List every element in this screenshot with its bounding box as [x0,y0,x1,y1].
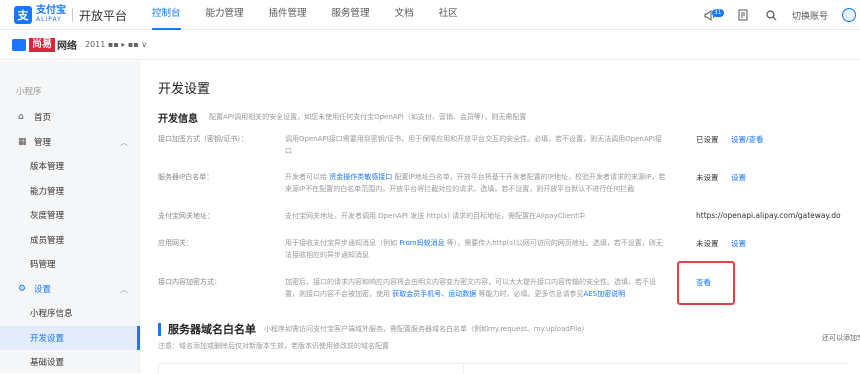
document-check-icon[interactable] [736,7,752,23]
status-text: 未设置 [696,239,719,248]
nav-capability[interactable]: 能力管理 [206,0,244,30]
setting-label: 接口加签方式（密钥/证书）： [158,135,248,143]
avatar[interactable] [842,8,856,22]
sidebar-item-label: 管理 [34,138,52,148]
aes-doc-link[interactable]: AES加密说明 [583,290,625,298]
setting-desc: 加密后，接口的请求内容和响应内容将会由明文内容变为密文内容，可以大大提升接口内容… [285,277,667,300]
desc-text: 用于接收支付宝异步通知消息（例如 [285,239,400,247]
main-nav: 控制台 能力管理 插件管理 服务管理 文档 社区 [152,0,483,30]
main-content: 开发设置 开发信息 配置API调用相关的安全设置，如您未使用任何支付宝OpenA… [141,61,860,374]
dev-info-desc: 配置API调用相关的安全设置，如您未使用任何支付宝OpenAPI（如支付、营销、… [209,113,527,121]
platform-title: 开放平台 [79,8,128,23]
nav-community[interactable]: 社区 [439,0,458,30]
sidebar-item-label: 码管理 [30,260,56,270]
nav-services[interactable]: 服务管理 [332,0,370,30]
sidebar-item-label: 基础设置 [30,358,65,368]
dev-info-title: 开发信息 [158,114,198,125]
highlight-box [677,261,735,305]
nav-right-tools: 31 切换账号 [702,0,860,30]
status-text: 未设置 [696,173,719,182]
sidebar-item-label: 能力管理 [30,187,65,197]
sensitive-api-link[interactable]: 资金操作类敏感接口 [329,173,392,181]
sidebar-item-app-info[interactable]: 小程序信息 [0,301,140,325]
alipay-logo[interactable]: 支 支付宝 ALIPAY 开放平台 [14,6,127,24]
sidebar-item-label: 首页 [34,113,52,123]
member-phone-link[interactable]: 获取会员手机号、运动数据 [392,290,476,298]
domain-note: 注意：域名添加或删除后仅对新版本生效，老版本仍使用修改前的域名配置 [158,342,389,350]
home-icon: ⌂ [18,112,24,122]
sidebar-item-version[interactable]: 版本管理 [0,154,140,178]
setting-label: 接口内容加密方式： [158,278,221,286]
sidebar-item-label: 版本管理 [30,162,65,172]
domain-title: 服务器域名白名单 [168,323,256,336]
app-id-dropdown[interactable]: 2011 ▪▪ ▸ ▪▪ ∨ [85,40,147,49]
set-view-link[interactable]: 设置/查看 [731,134,764,145]
switch-account-link[interactable]: 切换账号 [792,9,828,22]
sidebar-item-codes[interactable]: 码管理 [0,252,140,276]
app-brand-name: 尚易 [29,37,55,52]
setting-desc: 用于接收支付宝异步通知消息（例如 From蚂蚁消息 等），需要传入http(s)… [285,238,667,261]
sidebar-item-label: 小程序信息 [30,309,73,319]
app-header: 尚易 网络 2011 ▪▪ ▸ ▪▪ ∨ [0,30,860,60]
alipay-logo-text: 支付宝 ALIPAY [36,5,66,24]
app-brand[interactable]: 尚易 网络 [12,37,77,52]
sidebar-item-label: 成员管理 [30,236,65,246]
sidebar-item-dev-settings[interactable]: 开发设置 [0,326,140,350]
set-link[interactable]: 设置 [731,238,746,249]
setting-desc: 开发者可以给 资金操作类敏感接口 配置IP地址白名单，开放平台将基于开发者配置的… [285,172,667,195]
remaining-count-note: 还可以添加50 [822,334,860,342]
sidebar: 小程序 ⌂ 首页 ▦ 管理 ︿ 版本管理 能力管理 灰度管理 成员管理 码管理 ⚙ 设置… [0,61,140,373]
sidebar-item-label: 开发设置 [30,334,65,344]
grid-icon: ▦ [18,137,27,147]
gear-icon: ⚙ [18,284,27,294]
setting-desc: 支付宝网关地址，开发者调用 OpenAPI 发送 http(s) 请求的目标地址… [285,212,585,220]
page-title: 开发设置 [158,82,211,97]
setting-label: 服务器IP白名单： [158,173,214,181]
set-link[interactable]: 设置 [731,172,746,183]
domain-section-header: 服务器域名白名单 小程序如需访问支付宝客户端域外服务，需配置服务器域名白名单（例… [158,321,589,337]
domain-desc: 小程序如需访问支付宝客户端域外服务，需配置服务器域名白名单（例如my.reque… [264,325,589,333]
sidebar-item-label: 灰度管理 [30,211,65,221]
chevron-up-icon: ︿ [120,137,128,147]
gateway-url: https://openapi.alipay.com/gateway.do [696,211,841,220]
sidebar-section-label: 小程序 [16,87,42,97]
notify-badge: 31 [711,9,724,17]
sidebar-item-members[interactable]: 成员管理 [0,228,140,252]
desc-text: 等能力时，必填。更多信息请参见 [476,289,584,298]
sidebar-item-manage[interactable]: ▦ 管理 ︿ [0,130,140,154]
nav-docs[interactable]: 文档 [395,0,414,30]
setting-desc: 调用OpenAPI接口需要用到密钥/证书，用于保障应用和开放平台交互的安全性。必… [285,135,662,155]
setting-label: 应用网关： [158,239,193,247]
setting-label: 支付宝网关地址： [158,212,214,220]
logo-divider [72,8,73,22]
sidebar-item-home[interactable]: ⌂ 首页 [0,105,140,129]
search-icon[interactable] [764,7,780,23]
top-navbar: 支 支付宝 ALIPAY 开放平台 控制台 能力管理 插件管理 服务管理 文档 社… [0,0,860,30]
megaphone-icon[interactable]: 31 [702,7,724,23]
domain-table [158,363,848,374]
app-brand-sub: 网络 [57,41,77,52]
status-text: 已设置 [696,135,719,144]
section-accent-bar [158,322,161,336]
sidebar-item-capability[interactable]: 能力管理 [0,179,140,203]
chevron-up-icon: ︿ [120,284,128,294]
desc-text: 开发者可以给 [285,173,330,181]
alipay-logo-icon: 支 [14,6,32,24]
nav-console[interactable]: 控制台 [152,0,181,30]
app-logo-icon [12,38,26,51]
sidebar-item-grayscale[interactable]: 灰度管理 [0,203,140,227]
nav-plugins[interactable]: 插件管理 [269,0,307,30]
ant-message-link[interactable]: From蚂蚁消息 [399,239,444,247]
sidebar-item-basic-settings[interactable]: 基础设置 [0,350,140,374]
sidebar-item-label: 设置 [34,285,52,295]
sidebar-item-settings[interactable]: ⚙ 设置 ︿ [0,277,140,301]
